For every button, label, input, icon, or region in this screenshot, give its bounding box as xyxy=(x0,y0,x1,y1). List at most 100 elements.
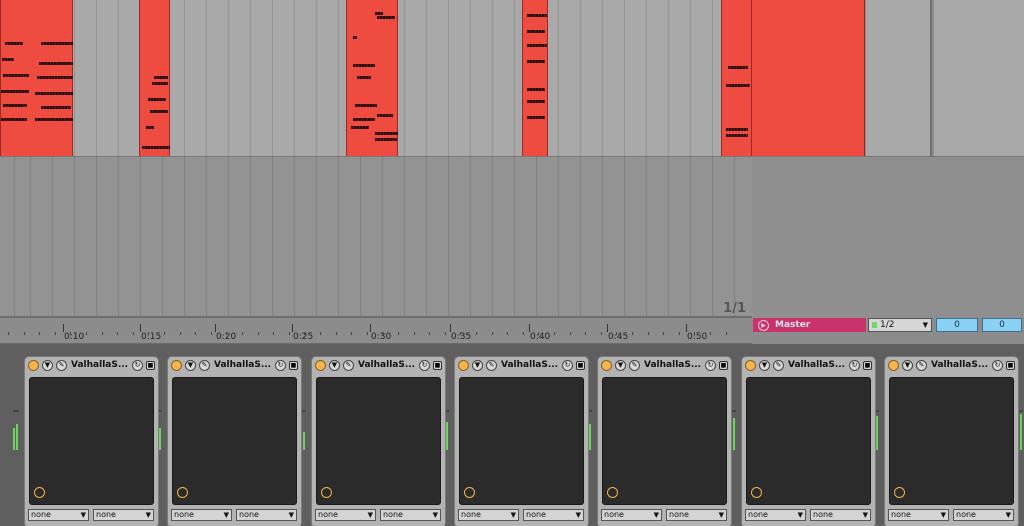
power-icon[interactable] xyxy=(888,360,899,371)
midi-clip[interactable] xyxy=(346,0,398,156)
wrench-icon[interactable]: ✎ xyxy=(199,360,210,371)
send-a-value: none xyxy=(461,510,481,519)
device-title-bar[interactable]: ▼ ✎ ValhallaS... ↻ ■ xyxy=(598,357,731,374)
send-a-select[interactable]: none ▼ xyxy=(745,509,806,521)
send-b-select[interactable]: none ▼ xyxy=(236,509,297,521)
send-a-select[interactable]: none ▼ xyxy=(601,509,662,521)
triangle-down-icon[interactable]: ▼ xyxy=(329,360,340,371)
send-b-value: none xyxy=(96,510,116,519)
save-icon[interactable]: ■ xyxy=(863,361,872,370)
midi-clip[interactable] xyxy=(0,0,73,156)
hot-swap-icon[interactable]: ↻ xyxy=(419,360,430,371)
counter-a[interactable]: 0 xyxy=(936,318,978,332)
device-title-bar[interactable]: ▼ ✎ ValhallaS... ↻ ■ xyxy=(168,357,301,374)
triangle-down-icon[interactable]: ▼ xyxy=(185,360,196,371)
session-slot[interactable] xyxy=(866,0,932,156)
triangle-down-icon[interactable]: ▼ xyxy=(615,360,626,371)
triangle-down-icon[interactable]: ▼ xyxy=(42,360,53,371)
session-clip[interactable] xyxy=(752,0,865,156)
device-title-bar[interactable]: ▼ ✎ ValhallaS... ↻ ■ xyxy=(25,357,158,374)
triangle-down-icon[interactable]: ▼ xyxy=(472,360,483,371)
hot-swap-icon[interactable]: ↻ xyxy=(705,360,716,371)
midi-clip[interactable] xyxy=(522,0,548,156)
time-ruler[interactable]: 0:10 0:15 0:20 0:25 0:30 0:35 0:40 0:45 0:50 xyxy=(0,318,752,344)
wrench-icon[interactable]: ✎ xyxy=(56,360,67,371)
save-icon[interactable]: ■ xyxy=(719,361,728,370)
send-a-select[interactable]: none ▼ xyxy=(315,509,376,521)
plugin-ui-panel[interactable] xyxy=(746,377,871,505)
hot-swap-icon[interactable]: ↻ xyxy=(275,360,286,371)
midi-clip[interactable] xyxy=(139,0,170,156)
valhalla-device[interactable]: ▼ ✎ ValhallaS... ↻ ■ none ▼ none ▼ xyxy=(884,356,1019,526)
knob-icon[interactable] xyxy=(751,487,762,498)
send-b-select[interactable]: none ▼ xyxy=(953,509,1014,521)
power-icon[interactable] xyxy=(171,360,182,371)
save-icon[interactable]: ■ xyxy=(289,361,298,370)
power-icon[interactable] xyxy=(315,360,326,371)
ruler-minor-tick xyxy=(694,332,695,335)
wrench-icon[interactable]: ✎ xyxy=(773,360,784,371)
knob-icon[interactable] xyxy=(607,487,618,498)
save-icon[interactable]: ■ xyxy=(576,361,585,370)
play-icon[interactable]: ▶ xyxy=(758,320,769,331)
send-a-select[interactable]: none ▼ xyxy=(28,509,89,521)
plugin-ui-panel[interactable] xyxy=(29,377,154,505)
power-icon[interactable] xyxy=(458,360,469,371)
wrench-icon[interactable]: ✎ xyxy=(486,360,497,371)
hot-swap-icon[interactable]: ↻ xyxy=(849,360,860,371)
valhalla-device[interactable]: ▼ ✎ ValhallaS... ↻ ■ none ▼ none ▼ xyxy=(741,356,876,526)
power-icon[interactable] xyxy=(745,360,756,371)
send-b-select[interactable]: none ▼ xyxy=(523,509,584,521)
send-a-select[interactable]: none ▼ xyxy=(171,509,232,521)
hot-swap-icon[interactable]: ↻ xyxy=(132,360,143,371)
midi-clip[interactable] xyxy=(721,0,752,156)
device-title-bar[interactable]: ▼ ✎ ValhallaS... ↻ ■ xyxy=(455,357,588,374)
device-title-bar[interactable]: ▼ ✎ ValhallaS... ↻ ■ xyxy=(742,357,875,374)
counter-b[interactable]: 0 xyxy=(982,318,1022,332)
send-b-select[interactable]: none ▼ xyxy=(666,509,727,521)
wrench-icon[interactable]: ✎ xyxy=(629,360,640,371)
hot-swap-icon[interactable]: ↻ xyxy=(992,360,1003,371)
knob-icon[interactable] xyxy=(894,487,905,498)
triangle-down-icon[interactable]: ▼ xyxy=(759,360,770,371)
knob-icon[interactable] xyxy=(34,487,45,498)
valhalla-device[interactable]: ▼ ✎ ValhallaS... ↻ ■ none ▼ none ▼ xyxy=(311,356,446,526)
midi-note xyxy=(726,128,748,131)
arrangement-view[interactable]: 1/1 xyxy=(0,0,752,318)
send-b-select[interactable]: none ▼ xyxy=(93,509,154,521)
device-title-bar[interactable]: ▼ ✎ ValhallaS... ↻ ■ xyxy=(885,357,1018,374)
quantization-select[interactable]: 1/2 ▼ xyxy=(868,318,932,332)
knob-icon[interactable] xyxy=(177,487,188,498)
save-icon[interactable]: ■ xyxy=(433,361,442,370)
wrench-icon[interactable]: ✎ xyxy=(343,360,354,371)
save-icon[interactable]: ■ xyxy=(146,361,155,370)
plugin-ui-panel[interactable] xyxy=(459,377,584,505)
triangle-down-icon[interactable]: ▼ xyxy=(902,360,913,371)
power-icon[interactable] xyxy=(28,360,39,371)
knob-icon[interactable] xyxy=(464,487,475,498)
device-title-bar[interactable]: ▼ ✎ ValhallaS... ↻ ■ xyxy=(312,357,445,374)
plugin-ui-panel[interactable] xyxy=(316,377,441,505)
plugin-ui-panel[interactable] xyxy=(172,377,297,505)
gridline xyxy=(228,0,229,318)
send-a-select[interactable]: none ▼ xyxy=(888,509,949,521)
plugin-ui-panel[interactable] xyxy=(602,377,727,505)
empty-track-lane[interactable] xyxy=(0,156,752,318)
session-slot[interactable] xyxy=(934,0,1024,156)
valhalla-device[interactable]: ▼ ✎ ValhallaS... ↻ ■ none ▼ none ▼ xyxy=(24,356,159,526)
ruler-minor-tick xyxy=(24,332,25,335)
send-b-select[interactable]: none ▼ xyxy=(810,509,871,521)
send-a-select[interactable]: none ▼ xyxy=(458,509,519,521)
send-b-select[interactable]: none ▼ xyxy=(380,509,441,521)
power-icon[interactable] xyxy=(601,360,612,371)
hot-swap-icon[interactable]: ↻ xyxy=(562,360,573,371)
knob-icon[interactable] xyxy=(321,487,332,498)
plugin-ui-panel[interactable] xyxy=(889,377,1014,505)
wrench-icon[interactable]: ✎ xyxy=(916,360,927,371)
ruler-minor-tick xyxy=(616,332,617,335)
valhalla-device[interactable]: ▼ ✎ ValhallaS... ↻ ■ none ▼ none ▼ xyxy=(167,356,302,526)
save-icon[interactable]: ■ xyxy=(1006,361,1015,370)
valhalla-device[interactable]: ▼ ✎ ValhallaS... ↻ ■ none ▼ none ▼ xyxy=(454,356,589,526)
master-scene-button[interactable]: ▶ Master xyxy=(753,318,866,332)
valhalla-device[interactable]: ▼ ✎ ValhallaS... ↻ ■ none ▼ none ▼ xyxy=(597,356,732,526)
